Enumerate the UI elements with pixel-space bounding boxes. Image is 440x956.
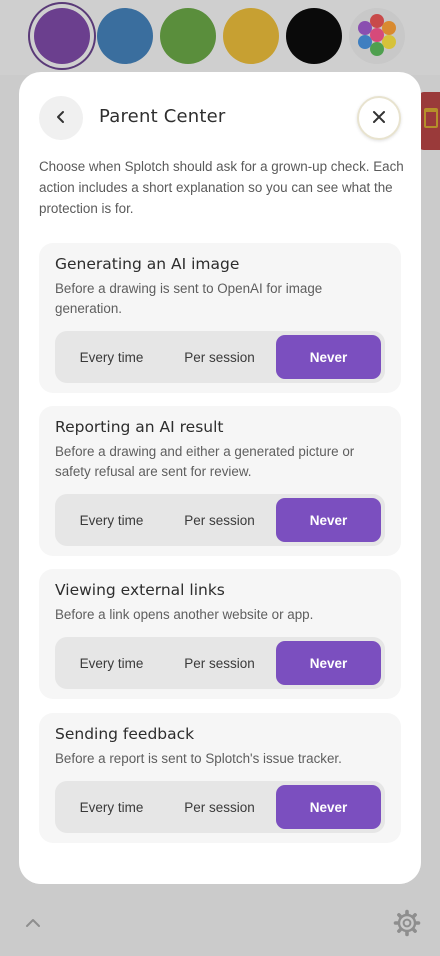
- frequency-selector: Every time Per session Never: [55, 494, 385, 546]
- setting-card-feedback: Sending feedback Before a report is sent…: [39, 713, 401, 843]
- color-swatch-black[interactable]: [286, 8, 342, 64]
- chevron-up-icon[interactable]: [22, 912, 44, 934]
- option-every-time[interactable]: Every time: [59, 335, 164, 379]
- setting-card-external-links: Viewing external links Before a link ope…: [39, 569, 401, 699]
- setting-description: Before a report is sent to Splotch's iss…: [55, 751, 342, 766]
- close-button[interactable]: [357, 96, 401, 140]
- option-every-time[interactable]: Every time: [59, 498, 164, 542]
- color-palette-bar: [0, 0, 440, 75]
- setting-description: Before a drawing and either a generated …: [55, 444, 355, 479]
- option-per-session[interactable]: Per session: [167, 498, 272, 542]
- intro-text: Choose when Splotch should ask for a gro…: [39, 159, 404, 216]
- option-never[interactable]: Never: [276, 498, 381, 542]
- dialog-title: Parent Center: [99, 106, 226, 127]
- parent-center-dialog: Parent Center Choose when Splotch should…: [19, 72, 421, 884]
- frequency-selector: Every time Per session Never: [55, 781, 385, 833]
- option-every-time[interactable]: Every time: [59, 641, 164, 685]
- setting-title: Sending feedback: [55, 725, 195, 743]
- color-swatch-blue[interactable]: [97, 8, 153, 64]
- color-swatch-yellow[interactable]: [223, 8, 279, 64]
- close-icon: [372, 109, 386, 128]
- setting-title: Generating an AI image: [55, 255, 240, 273]
- option-every-time[interactable]: Every time: [59, 785, 164, 829]
- setting-description: Before a drawing is sent to OpenAI for i…: [55, 281, 323, 316]
- option-never[interactable]: Never: [276, 335, 381, 379]
- setting-card-ai-image: Generating an AI image Before a drawing …: [39, 243, 401, 393]
- color-swatch-green[interactable]: [160, 8, 216, 64]
- trash-icon: [424, 108, 438, 128]
- scroll-fade: [19, 842, 421, 884]
- setting-description: Before a link opens another website or a…: [55, 607, 314, 622]
- option-per-session[interactable]: Per session: [167, 335, 272, 379]
- gear-icon[interactable]: [393, 909, 421, 937]
- setting-title: Reporting an AI result: [55, 418, 224, 436]
- option-per-session[interactable]: Per session: [167, 785, 272, 829]
- frequency-selector: Every time Per session Never: [55, 637, 385, 689]
- option-never[interactable]: Never: [276, 641, 381, 685]
- setting-card-report-ai-result: Reporting an AI result Before a drawing …: [39, 406, 401, 556]
- setting-title: Viewing external links: [55, 581, 225, 599]
- color-swatch-purple[interactable]: [34, 8, 90, 64]
- option-never[interactable]: Never: [276, 785, 381, 829]
- frequency-selector: Every time Per session Never: [55, 331, 385, 383]
- chevron-left-icon: [54, 109, 68, 128]
- back-button[interactable]: [39, 96, 83, 140]
- option-per-session[interactable]: Per session: [167, 641, 272, 685]
- more-colors-icon[interactable]: [349, 8, 405, 64]
